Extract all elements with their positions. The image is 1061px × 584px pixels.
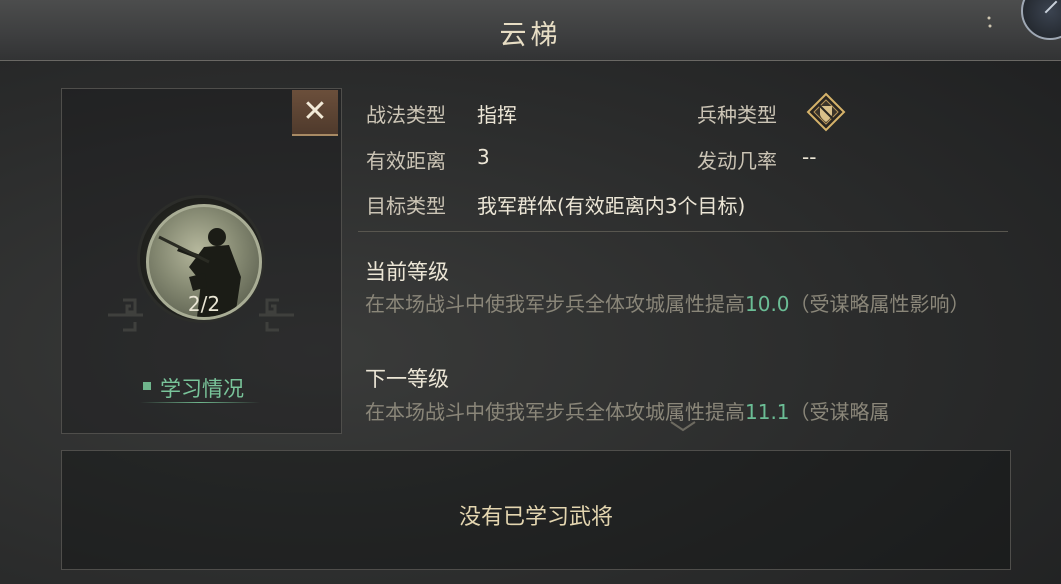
learned-generals-panel: 没有已学习武将 — [61, 450, 1011, 570]
next-level-value: 11.1 — [745, 400, 790, 424]
shield-diamond-icon — [806, 92, 846, 132]
close-icon: ✕ — [302, 94, 328, 129]
skill-level-progress: 2/2 — [187, 292, 221, 316]
divider — [358, 231, 1008, 232]
scroll-down-chevron-icon[interactable] — [668, 419, 698, 433]
current-level-description: 在本场战斗中使我军步兵全体攻城属性提高10.0（受谋略属性影响） — [365, 287, 1005, 321]
study-status-link[interactable]: 学习情况 — [160, 373, 244, 403]
title-bar: 云梯 — [0, 0, 1061, 61]
window-title: 云梯 — [499, 20, 562, 51]
study-underline — [140, 402, 260, 403]
current-level-title: 当前等级 — [365, 260, 449, 284]
tactic-type-value: 指挥 — [477, 103, 517, 127]
current-level-note: （受谋略属性影响） — [789, 292, 970, 316]
ornament-icon — [987, 16, 992, 28]
range-label: 有效距离 — [366, 149, 446, 173]
tactic-type-label: 战法类型 — [366, 103, 446, 127]
current-level-text: 在本场战斗中使我军步兵全体攻城属性提高 — [365, 292, 745, 316]
troop-type-label: 兵种类型 — [697, 103, 777, 127]
trigger-rate-value: -- — [802, 145, 817, 169]
next-level-title: 下一等级 — [365, 367, 449, 391]
close-button[interactable]: ✕ — [292, 90, 338, 136]
current-level-value: 10.0 — [745, 292, 790, 316]
target-type-label: 目标类型 — [366, 194, 446, 218]
range-value: 3 — [477, 145, 490, 169]
empty-generals-message: 没有已学习武将 — [458, 505, 613, 530]
trigger-rate-label: 发动几率 — [697, 149, 777, 173]
bullet-icon — [143, 382, 151, 390]
next-level-note: （受谋略属 — [789, 400, 890, 424]
target-type-value: 我军群体(有效距离内3个目标) — [477, 194, 746, 218]
